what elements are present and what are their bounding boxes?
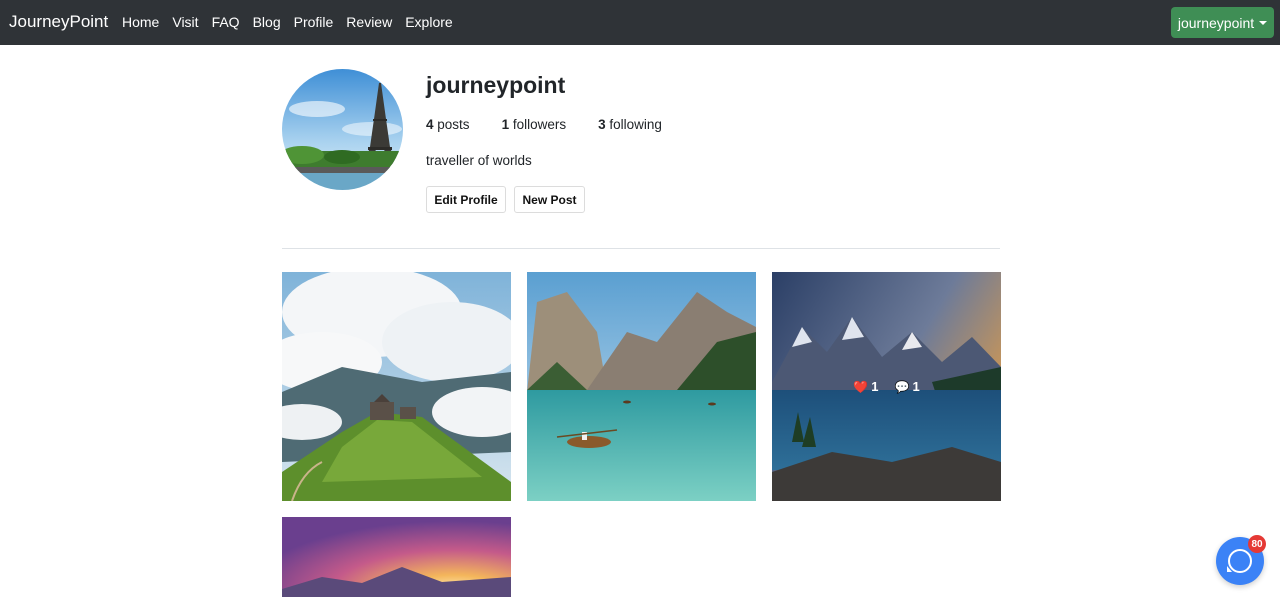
edit-profile-button[interactable]: Edit Profile [426, 186, 506, 213]
like-count: ❤️ 1 [853, 379, 878, 394]
profile-stats: 4 posts 1 followers 3 following [426, 117, 694, 132]
nav-link-profile[interactable]: Profile [294, 14, 334, 30]
nav-link-blog[interactable]: Blog [253, 14, 281, 30]
followers-count: 1 [501, 117, 510, 132]
chevron-down-icon [1259, 21, 1268, 25]
nav-link-visit[interactable]: Visit [172, 14, 198, 30]
avatar[interactable] [282, 69, 403, 190]
user-menu-button[interactable]: journeypoint [1171, 7, 1274, 38]
post-thumbnail[interactable]: ❤️ 1 💬 1 [772, 272, 1001, 501]
following-label: following [609, 117, 662, 132]
chat-icon-tail [1227, 566, 1232, 572]
like-count-value: 1 [871, 379, 879, 394]
stat-following[interactable]: 3 following [598, 117, 662, 132]
divider [282, 248, 1000, 249]
new-post-button[interactable]: New Post [514, 186, 585, 213]
following-count: 3 [598, 117, 606, 132]
post-thumbnail[interactable] [282, 272, 511, 501]
comment-count-value: 1 [912, 379, 920, 394]
user-menu-label: journeypoint [1177, 14, 1255, 31]
nav-link-explore[interactable]: Explore [405, 14, 452, 30]
nav-link-faq[interactable]: FAQ [212, 14, 240, 30]
posts-label: posts [437, 117, 470, 132]
nav-links: Home Visit FAQ Blog Profile Review Explo… [122, 14, 466, 30]
comment-count: 💬 1 [895, 379, 920, 394]
posts-count: 4 [426, 117, 434, 132]
stat-followers[interactable]: 1 followers [502, 117, 567, 132]
followers-label: followers [512, 117, 567, 132]
brand-logo[interactable]: JourneyPoint [9, 12, 108, 32]
post-stats-overlay: ❤️ 1 💬 1 [772, 379, 1001, 394]
stat-posts: 4 posts [426, 117, 470, 132]
post-thumbnail[interactable] [282, 517, 511, 597]
nav-link-review[interactable]: Review [346, 14, 392, 30]
post-thumbnail[interactable] [527, 272, 756, 501]
speech-bubble-icon: 💬 [894, 379, 910, 394]
profile-bio: traveller of worlds [426, 153, 532, 168]
heart-icon: ❤️ [853, 379, 869, 394]
nav-link-home[interactable]: Home [122, 14, 159, 30]
navbar: JourneyPoint Home Visit FAQ Blog Profile… [0, 0, 1280, 45]
profile-username: journeypoint [426, 72, 566, 98]
chat-notification-badge: 80 [1248, 535, 1266, 553]
